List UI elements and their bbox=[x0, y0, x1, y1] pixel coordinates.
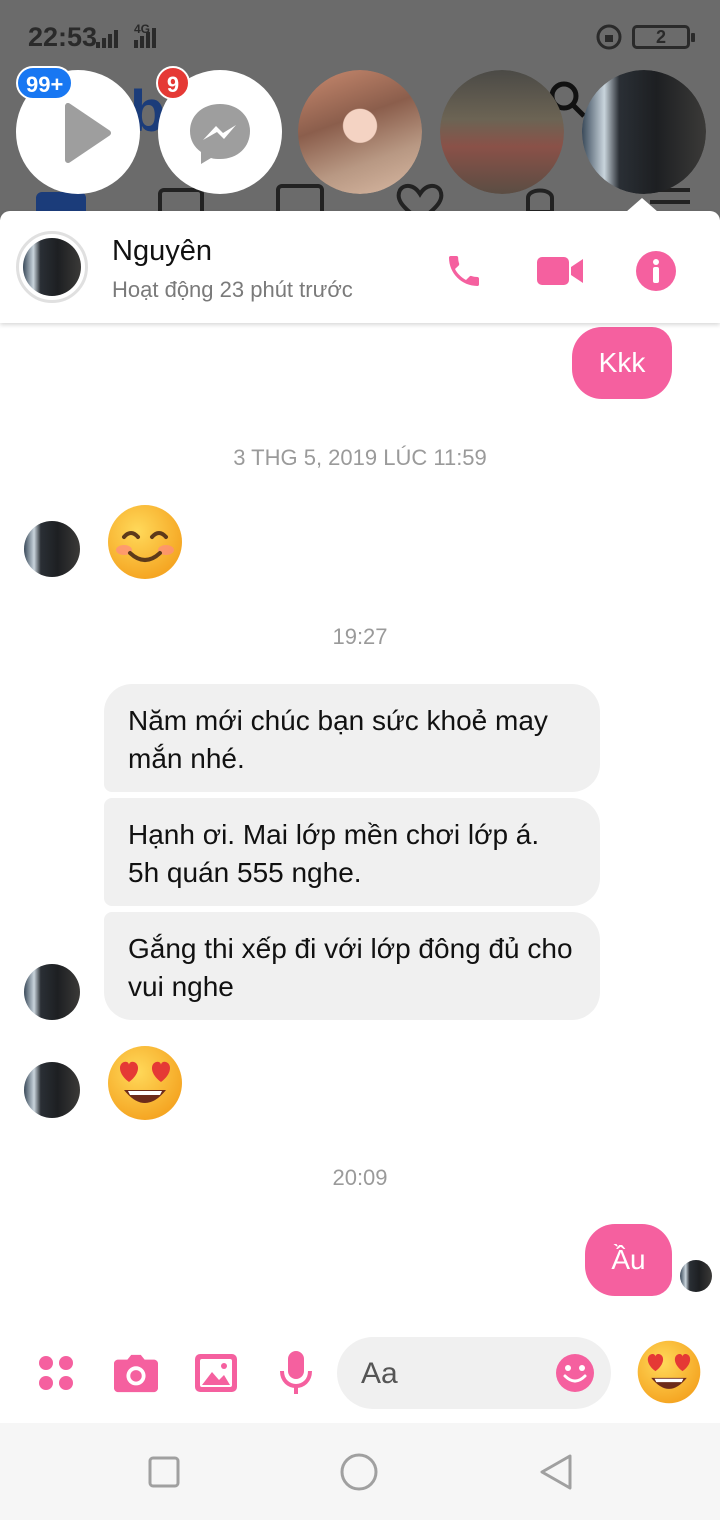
contact-photo bbox=[582, 70, 706, 194]
outgoing-message[interactable]: Kkk bbox=[572, 327, 672, 399]
contact-chat-head-1[interactable] bbox=[298, 70, 422, 194]
gallery-button[interactable] bbox=[194, 1351, 238, 1395]
sender-avatar bbox=[24, 521, 80, 577]
system-navigation-bar bbox=[0, 1423, 720, 1520]
microphone-icon bbox=[280, 1351, 312, 1394]
video-camera-icon bbox=[537, 257, 583, 285]
heart-eyes-emoji bbox=[637, 1340, 701, 1404]
rotation-lock-icon bbox=[596, 24, 622, 50]
camera-button[interactable] bbox=[114, 1351, 158, 1395]
voice-record-button[interactable] bbox=[274, 1351, 318, 1395]
incoming-message[interactable]: Năm mới chúc bạn sức khoẻ may mắn nhé. bbox=[104, 684, 600, 792]
incoming-message[interactable]: Hạnh ơi. Mai lớp mền chơi lớp á. 5h quán… bbox=[104, 798, 600, 906]
conversation-info-button[interactable] bbox=[634, 249, 678, 293]
message-timestamp: 20:09 bbox=[332, 1165, 388, 1190]
message-input-placeholder: Aa bbox=[361, 1357, 398, 1390]
contact-photo bbox=[440, 70, 564, 194]
contact-avatar[interactable] bbox=[16, 231, 88, 303]
message-list[interactable]: Kkk 3 THG 5, 2019 LÚC 11:59 19:27 Năm mớ… bbox=[0, 323, 720, 1323]
video-call-button[interactable] bbox=[536, 249, 586, 293]
signal-icon bbox=[96, 28, 156, 48]
conversation-header: Nguyên Hoạt động 23 phút trước bbox=[0, 211, 720, 323]
home-icon[interactable] bbox=[340, 1453, 378, 1491]
message-timestamp: 19:27 bbox=[332, 624, 388, 649]
message-input[interactable]: Aa bbox=[337, 1337, 611, 1409]
more-actions-button[interactable] bbox=[34, 1351, 78, 1395]
quick-reaction-button[interactable] bbox=[636, 1339, 702, 1405]
sender-avatar bbox=[24, 1062, 80, 1118]
messenger-notification-badge: 9 bbox=[156, 66, 190, 100]
sender-avatar bbox=[24, 964, 80, 1020]
heart-eyes-emoji bbox=[108, 1046, 182, 1120]
phone-icon bbox=[449, 256, 479, 286]
contact-status: Hoạt động 23 phút trước bbox=[112, 277, 353, 302]
back-icon[interactable] bbox=[538, 1453, 574, 1491]
status-time: 22:53 bbox=[28, 22, 98, 52]
smiling-emoji bbox=[108, 505, 182, 579]
recent-apps-icon[interactable] bbox=[148, 1456, 180, 1488]
status-bar: 22:53 4G 2 bbox=[0, 0, 720, 70]
chat-head-pointer bbox=[626, 198, 658, 212]
incoming-message[interactable]: Gắng thi xếp đi với lớp đông đủ cho vui … bbox=[104, 912, 600, 1020]
outgoing-message[interactable]: Ầu bbox=[585, 1224, 672, 1296]
video-notification-badge: 99+ bbox=[16, 66, 74, 100]
read-receipt-avatar bbox=[680, 1260, 712, 1292]
contact-chat-head-active[interactable] bbox=[582, 70, 706, 194]
info-icon bbox=[636, 251, 676, 291]
gallery-icon bbox=[195, 1354, 237, 1392]
message-timestamp: 3 THG 5, 2019 LÚC 11:59 bbox=[233, 445, 487, 470]
contact-chat-head-2[interactable] bbox=[440, 70, 564, 194]
voice-call-button[interactable] bbox=[442, 249, 486, 293]
camera-icon bbox=[114, 1354, 158, 1393]
network-type: 4G bbox=[134, 22, 151, 36]
message-composer: Aa bbox=[0, 1323, 720, 1423]
battery-icon: 2 bbox=[632, 25, 695, 49]
contact-photo bbox=[23, 238, 81, 296]
smiley-icon[interactable] bbox=[555, 1353, 595, 1393]
apps-icon bbox=[39, 1356, 73, 1390]
contact-photo bbox=[298, 70, 422, 194]
contact-name[interactable]: Nguyên bbox=[112, 235, 212, 268]
